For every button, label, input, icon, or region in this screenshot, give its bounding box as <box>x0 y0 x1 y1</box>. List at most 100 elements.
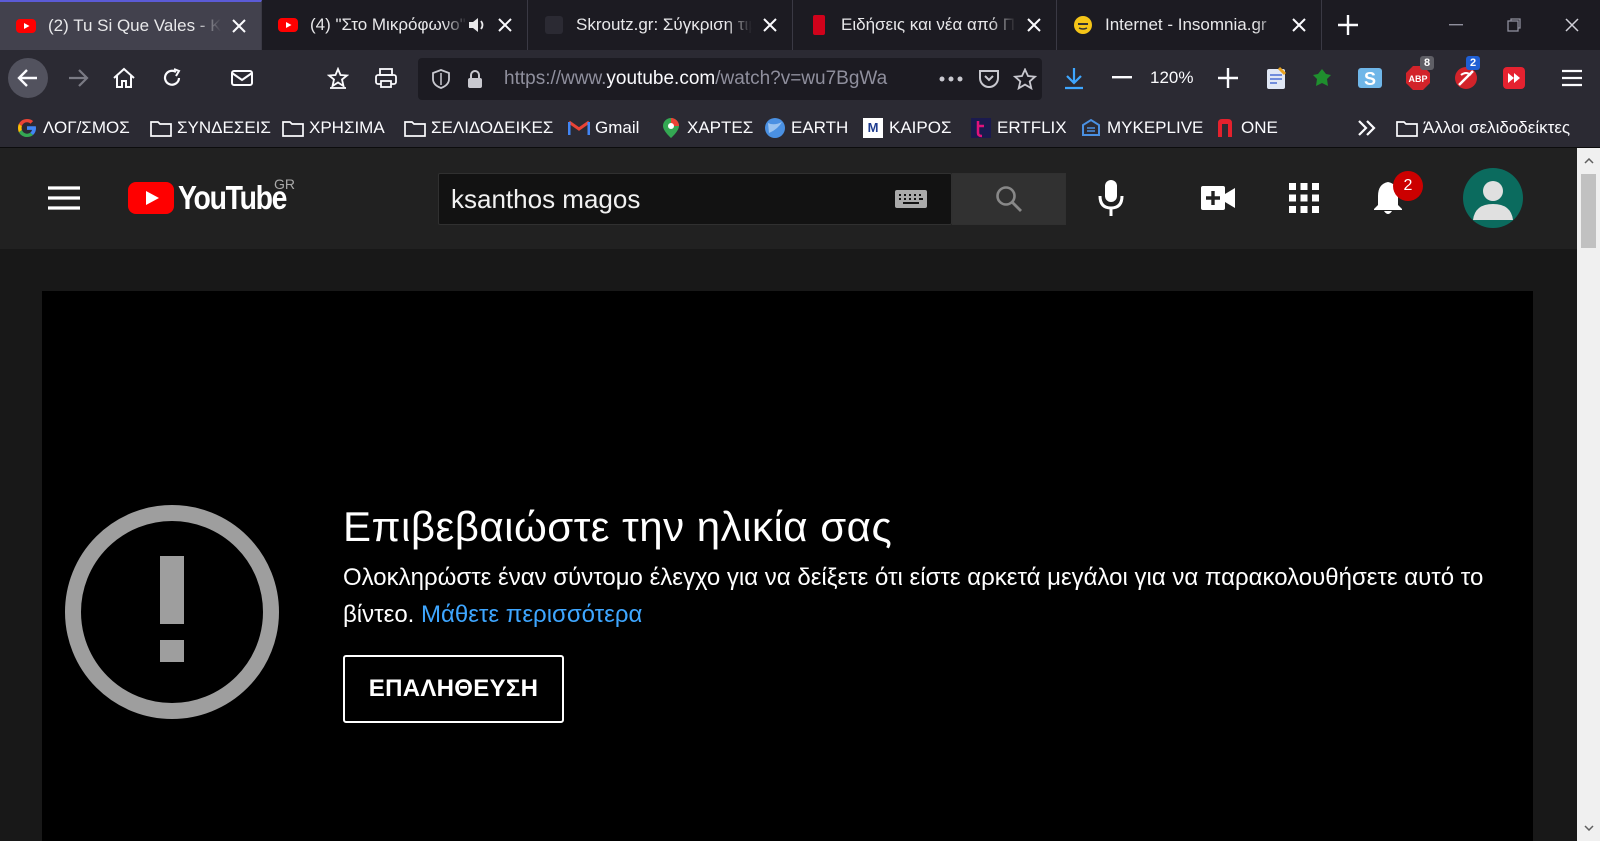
apps-grid-icon[interactable] <box>1286 180 1322 216</box>
microphone-icon[interactable] <box>1093 176 1129 220</box>
insomnia-icon <box>1073 15 1093 35</box>
minus-icon <box>1112 76 1132 79</box>
tab-title: (4) "Στο Μικρόφωνο" <box>310 15 466 34</box>
tab-news[interactable]: Ειδήσεις και νέα από Π <box>793 0 1057 50</box>
extension-s-button[interactable]: S <box>1350 58 1390 98</box>
minimize-icon <box>1449 24 1463 26</box>
bookmark-earth[interactable]: EARTH <box>764 114 848 142</box>
youtube-logo[interactable]: YouTube GR <box>128 176 304 218</box>
bookmark-label: ΚΑΙΡΟΣ <box>889 118 952 137</box>
close-window-button[interactable] <box>1544 0 1600 50</box>
bookmark-one[interactable]: ONE <box>1214 114 1278 142</box>
search-button[interactable] <box>952 173 1066 225</box>
shield-icon[interactable] <box>430 68 452 90</box>
tab-title: Internet - Insomnia.gr <box>1105 15 1267 34</box>
app-menu-button[interactable] <box>1552 58 1592 98</box>
bookmark-kairos[interactable]: M ΚΑΙΡΟΣ <box>862 114 951 142</box>
zoom-out-button[interactable] <box>1102 58 1142 98</box>
home-button[interactable] <box>104 58 144 98</box>
guide-menu-icon[interactable] <box>44 180 84 216</box>
create-video-icon[interactable] <box>1198 180 1238 216</box>
page-scrollbar[interactable] <box>1577 148 1600 841</box>
learn-more-link[interactable]: Μάθετε περισσότερα <box>421 601 642 628</box>
extension-red-button[interactable]: 2 <box>1446 56 1486 98</box>
restore-button[interactable] <box>1486 0 1542 50</box>
scroll-up-arrow[interactable] <box>1577 150 1600 172</box>
news-icon <box>809 15 829 35</box>
close-icon[interactable] <box>1024 15 1044 35</box>
url-prefix: https://www. <box>504 68 607 89</box>
exclamation-circle-icon <box>65 505 279 719</box>
bookmark-label: ΧΑΡΤΕΣ <box>687 118 754 137</box>
reload-button[interactable] <box>152 58 192 98</box>
tab-youtube-sto-mikrofono[interactable]: (4) "Στο Μικρόφωνο" <box>262 0 528 50</box>
bookmark-ertflix[interactable]: ERTFLIX <box>970 114 1067 142</box>
ertflix-icon <box>970 117 992 139</box>
bookmark-xartes[interactable]: ΧΑΡΤΕΣ <box>660 114 753 142</box>
lock-icon[interactable] <box>464 68 486 90</box>
tab-insomnia[interactable]: Internet - Insomnia.gr <box>1057 0 1322 50</box>
close-icon[interactable] <box>1289 15 1309 35</box>
meteo-icon: M <box>862 117 884 139</box>
bookmarks-toolbar: ΛΟΓ/ΣΜΟΣ ΣΥΝΔΕΣΕΙΣ ΧΡΗΣΙΜΑ ΣΕΛΙΔΟΔΕΙΚΕΣ … <box>0 108 1600 148</box>
zoom-in-button[interactable] <box>1208 58 1248 98</box>
bookmark-gmail[interactable]: Gmail <box>568 114 639 142</box>
close-icon[interactable] <box>495 15 515 35</box>
search-box[interactable]: ksanthos magos <box>438 173 952 225</box>
scrollbar-thumb[interactable] <box>1581 174 1596 248</box>
downloads-button[interactable] <box>1054 58 1094 98</box>
forward-button[interactable] <box>58 58 98 98</box>
download-icon <box>1065 68 1083 90</box>
url-text[interactable]: https://www.youtube.com/watch?v=wu7BgWa <box>504 58 924 100</box>
extension-forward-button[interactable] <box>1494 58 1534 98</box>
back-button[interactable] <box>8 58 48 98</box>
print-button[interactable] <box>366 58 406 98</box>
keyboard-icon[interactable] <box>893 187 929 211</box>
speaker-icon[interactable] <box>467 15 487 35</box>
verify-button[interactable]: ΕΠΑΛΗΘΕΥΣΗ <box>343 655 564 723</box>
tab-title: (2) Tu Si Que Vales - Ksanthos <box>48 16 221 35</box>
bookmark-label: ΣΕΛΙΔΟΔΕΙΚΕΣ <box>431 118 554 137</box>
bookmarks-overflow-button[interactable] <box>1356 114 1383 142</box>
bookmark-label: ΛΟΓ/ΣΜΟΣ <box>43 118 130 137</box>
bookmark-star-icon[interactable] <box>1012 67 1038 91</box>
bookmark-mykeplive[interactable]: MYKEPLIVE <box>1080 114 1203 142</box>
tab-title: Ειδήσεις και νέα από Π <box>841 15 1016 34</box>
folder-icon <box>1396 117 1418 139</box>
hamburger-menu-icon <box>1562 69 1582 87</box>
more-actions-icon[interactable] <box>938 68 964 90</box>
bookmark-label: MYKEPLIVE <box>1107 118 1204 137</box>
tab-skroutz[interactable]: Skroutz.gr: Σύγκριση τιμών <box>528 0 793 50</box>
svg-text:M: M <box>868 120 879 135</box>
url-bar[interactable]: https://www.youtube.com/watch?v=wu7BgWa <box>418 58 1042 100</box>
youtube-play-icon <box>128 182 174 214</box>
other-bookmarks-folder[interactable]: Άλλοι σελιδοδείκτες <box>1396 114 1570 142</box>
minimize-button[interactable] <box>1428 0 1484 50</box>
close-icon[interactable] <box>229 16 249 36</box>
mail-button[interactable] <box>222 58 262 98</box>
bookmarks-menu-button[interactable] <box>318 58 358 98</box>
scroll-down-arrow[interactable] <box>1577 817 1600 839</box>
bookmark-folder-syndeseis[interactable]: ΣΥΝΔΕΣΕΙΣ <box>150 114 271 142</box>
extension-notes-button[interactable] <box>1256 58 1296 98</box>
bookmark-logismos[interactable]: ΛΟΓ/ΣΜΟΣ <box>16 114 130 142</box>
bookmark-label: ONE <box>1241 118 1278 137</box>
tab-youtube-tu-si-que-vales[interactable]: (2) Tu Si Que Vales - Ksanthos <box>0 0 262 50</box>
new-tab-button[interactable] <box>1320 0 1376 50</box>
close-icon[interactable] <box>760 15 780 35</box>
video-player-age-gate: Επιβεβαιώστε την ηλικία σας Ολοκληρώστε … <box>42 291 1533 841</box>
bookmark-folder-selidodeikes[interactable]: ΣΕΛΙΔΟΔΕΙΚΕΣ <box>404 114 553 142</box>
search-input[interactable]: ksanthos magos <box>451 174 640 224</box>
leaf-icon <box>1313 69 1331 86</box>
adblock-plus-button[interactable]: ABP 8 <box>1398 56 1438 98</box>
chevron-up-icon <box>1583 158 1594 164</box>
bookmark-label: ERTFLIX <box>997 118 1067 137</box>
pocket-icon[interactable] <box>976 67 1002 91</box>
avatar[interactable] <box>1463 168 1523 228</box>
earth-icon <box>764 117 786 139</box>
youtube-masthead: YouTube GR ksanthos magos 2 <box>0 148 1577 249</box>
folder-icon <box>150 117 172 139</box>
bookmark-folder-xrisima[interactable]: ΧΡΗΣΙΜΑ <box>282 114 385 142</box>
zoom-level[interactable]: 120% <box>1150 58 1193 98</box>
extension-green-button[interactable] <box>1302 58 1342 98</box>
